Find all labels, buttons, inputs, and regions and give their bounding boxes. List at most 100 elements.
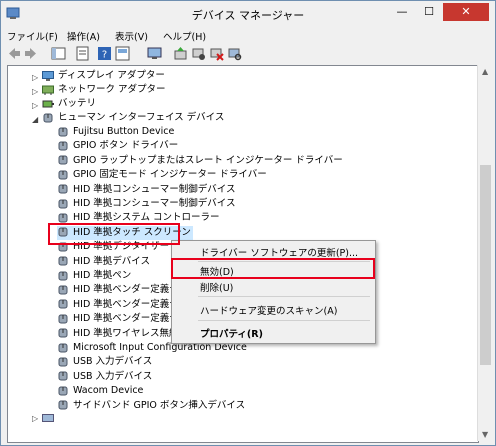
device-label: Fujitsu Button Device <box>73 126 175 137</box>
menu-action[interactable]: 操作(A) <box>67 29 100 43</box>
hid-device-icon <box>58 314 68 324</box>
hid-device-icon <box>58 141 68 151</box>
tree-item-hid-pen[interactable]: HID 準拠ペン <box>57 269 131 283</box>
svg-text:?: ? <box>102 50 107 61</box>
console-tree-icon[interactable] <box>51 46 66 61</box>
scroll-down-arrow[interactable]: ▼ <box>482 430 488 439</box>
forward-arrow-icon[interactable] <box>23 46 38 61</box>
update-driver-icon[interactable] <box>173 46 188 61</box>
hid-device-icon <box>58 299 68 309</box>
device-label: HID 準拠デジタイザー <box>73 241 170 253</box>
disable-device-icon[interactable] <box>191 46 206 61</box>
menu-separator <box>198 261 370 262</box>
hid-device-icon <box>58 184 68 194</box>
expand-arrow-icon[interactable]: ▷ <box>32 87 38 96</box>
device-label: HID 準拠ベンダー定義デ <box>73 313 179 325</box>
tree-item-hid-device[interactable]: HID 準拠デバイス <box>57 255 150 269</box>
tree-item-hid-digitizer[interactable]: HID 準拠デジタイザー <box>57 240 169 254</box>
tree-item-hid[interactable]: ヒューマン インターフェイス デバイス <box>42 111 224 125</box>
device-label: USB 入力デバイス <box>73 370 153 382</box>
hid-device-icon <box>58 155 68 165</box>
monitor-icon[interactable] <box>147 46 162 61</box>
scroll-up-arrow[interactable]: ▲ <box>482 67 488 76</box>
menu-view[interactable]: 表示(V) <box>115 29 148 43</box>
uninstall-device-icon[interactable] <box>209 46 224 61</box>
collapse-arrow-icon[interactable]: ◢ <box>32 115 38 124</box>
device-label: HID 準拠コンシューマー制御デバイス <box>73 183 236 195</box>
hid-device-icon <box>58 213 68 223</box>
menu-file[interactable]: ファイル(F) <box>7 29 58 43</box>
close-button[interactable]: ✕ <box>443 3 489 21</box>
device-label: GPIO ラップトップまたはスレート インジケーター ドライバー <box>73 154 343 166</box>
help-icon[interactable]: ? <box>97 46 112 61</box>
tree-item-usb-input-1[interactable]: USB 入力デバイス <box>57 355 152 369</box>
battery-icon <box>42 100 54 107</box>
hid-device-icon <box>58 242 68 252</box>
tree-item-network-adapters[interactable]: ネットワーク アダプター <box>42 83 166 97</box>
menu-item-properties[interactable]: プロパティ(R) <box>200 326 263 340</box>
tree-item-wacom[interactable]: Wacom Device <box>57 384 143 398</box>
display-icon <box>42 70 54 81</box>
tree-item-gpio-fixed-mode[interactable]: GPIO 固定モード インジケーター ドライバー <box>57 168 267 182</box>
menu-separator <box>198 320 370 321</box>
tree-item-gpio-laptop-slate[interactable]: GPIO ラップトップまたはスレート インジケーター ドライバー <box>57 154 343 168</box>
hid-device-icon <box>58 227 68 237</box>
menu-item-scan-hardware[interactable]: ハードウェア変更のスキャン(A) <box>200 303 337 317</box>
vertical-scrollbar[interactable]: ▲ ▼ <box>477 65 494 441</box>
menu-item-disable[interactable]: 無効(D) <box>200 264 234 278</box>
properties-sheet-icon[interactable] <box>75 46 90 61</box>
expand-arrow-icon[interactable]: ▷ <box>32 73 38 82</box>
tree-item-hid-consumer-2[interactable]: HID 準拠コンシューマー制御デバイス <box>57 197 236 211</box>
context-menu: ドライバー ソフトウェアの更新(P)... 無効(D) 削除(U) ハードウェア… <box>171 240 376 344</box>
device-label: HID 準拠ワイヤレス無線 <box>73 327 179 339</box>
tree-item-hid-vendor-2[interactable]: HID 準拠ベンダー定義デ <box>57 298 179 312</box>
tree-item-display-adapters[interactable]: ディスプレイ アダプター <box>42 69 165 83</box>
device-icon <box>42 413 54 422</box>
tree-item-hid-wireless-radio[interactable]: HID 準拠ワイヤレス無線 <box>57 327 179 341</box>
scroll-thumb[interactable] <box>480 165 491 365</box>
device-manager-window: デバイス マネージャー — ☐ ✕ ファイル(F) 操作(A) 表示(V) ヘル… <box>0 0 496 446</box>
menu-item-update-driver[interactable]: ドライバー ソフトウェアの更新(P)... <box>200 245 358 259</box>
view-icon[interactable] <box>115 46 130 61</box>
device-label: HID 準拠コンシューマー制御デバイス <box>73 198 236 209</box>
tree-item-hid-vendor-3[interactable]: HID 準拠ベンダー定義デ <box>57 312 179 326</box>
minimize-button[interactable]: — <box>389 3 415 21</box>
tree-item-usb-input-2[interactable]: USB 入力デバイス <box>57 370 152 384</box>
device-label: HID 準拠デバイス <box>73 255 150 267</box>
maximize-button[interactable]: ☐ <box>416 3 442 21</box>
device-label: サイドバンド GPIO ボタン挿入デバイス <box>73 399 246 411</box>
hid-device-icon <box>58 386 68 396</box>
hid-device-icon <box>58 256 68 266</box>
menu-item-uninstall[interactable]: 削除(U) <box>200 280 233 294</box>
hid-device-icon <box>58 271 68 280</box>
title-bar: デバイス マネージャー — ☐ ✕ <box>1 1 495 27</box>
hid-device-icon <box>58 199 68 208</box>
device-label: GPIO 固定モード インジケーター ドライバー <box>73 169 267 181</box>
hid-device-icon <box>58 343 68 352</box>
hid-icon <box>43 113 53 122</box>
tree-item-gpio-button[interactable]: GPIO ボタン ドライバー <box>57 139 178 153</box>
menu-bar: ファイル(F) 操作(A) 表示(V) ヘルプ(H) <box>1 27 495 43</box>
device-label: HID 準拠ペン <box>73 270 132 281</box>
tree-item-hid-touch-screen[interactable]: HID 準拠タッチ スクリーン <box>57 225 193 240</box>
toolbar: ? <box>1 43 495 65</box>
back-arrow-icon[interactable] <box>7 46 22 61</box>
tree-item-battery[interactable]: バッテリ <box>42 97 96 111</box>
hid-device-icon <box>58 357 68 367</box>
expand-arrow-icon[interactable]: ▷ <box>32 101 38 110</box>
scan-hardware-icon[interactable] <box>227 46 242 61</box>
tree-item-partial[interactable]: ▷ <box>32 412 58 426</box>
menu-help[interactable]: ヘルプ(H) <box>163 29 206 43</box>
device-label: HID 準拠ベンダー定義デ <box>73 298 179 310</box>
device-label: HID 準拠ベンダー定義デ <box>73 284 179 296</box>
tree-item-sideband-gpio[interactable]: サイドバンド GPIO ボタン挿入デバイス <box>57 399 245 413</box>
tree-item-hid-vendor-1[interactable]: HID 準拠ベンダー定義デ <box>57 283 179 297</box>
network-icon <box>42 85 54 95</box>
expand-arrow-icon[interactable]: ▷ <box>32 412 38 426</box>
tree-item-hid-consumer-1[interactable]: HID 準拠コンシューマー制御デバイス <box>57 183 236 197</box>
hid-device-icon <box>58 328 68 338</box>
tree-item-hid-system-controller[interactable]: HID 準拠システム コントローラー <box>57 211 220 225</box>
tree-item-fujitsu-button[interactable]: Fujitsu Button Device <box>57 125 174 139</box>
device-label: Wacom Device <box>73 385 144 397</box>
device-label: HID 準拠システム コントローラー <box>73 212 220 224</box>
